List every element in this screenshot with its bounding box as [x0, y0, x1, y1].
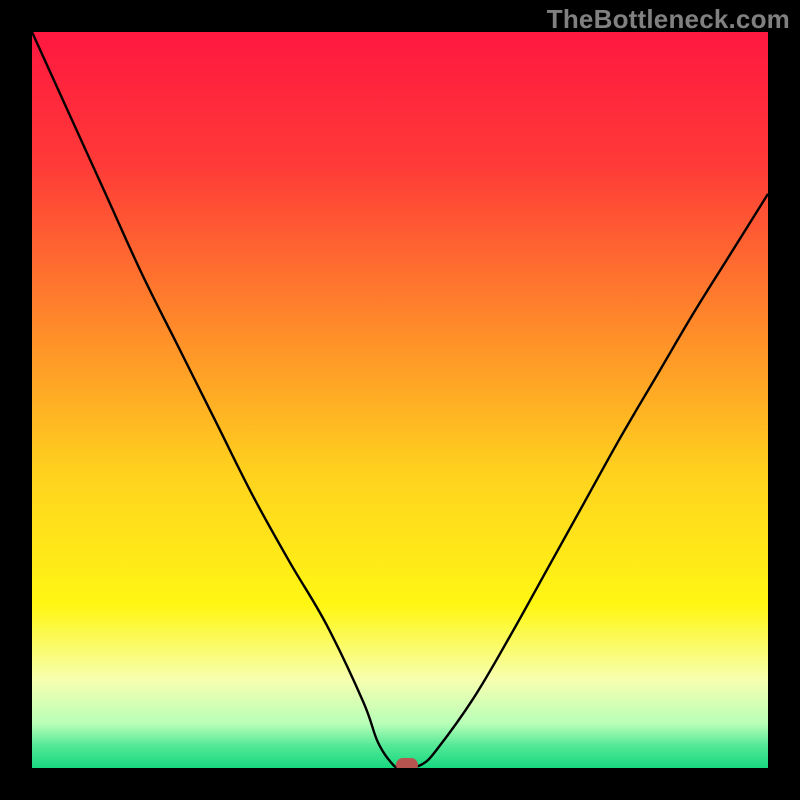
plot-area: [32, 32, 768, 768]
optimal-point-marker: [396, 758, 418, 768]
watermark-text: TheBottleneck.com: [547, 4, 790, 35]
chart-frame: TheBottleneck.com: [0, 0, 800, 800]
bottleneck-curve: [32, 32, 768, 768]
